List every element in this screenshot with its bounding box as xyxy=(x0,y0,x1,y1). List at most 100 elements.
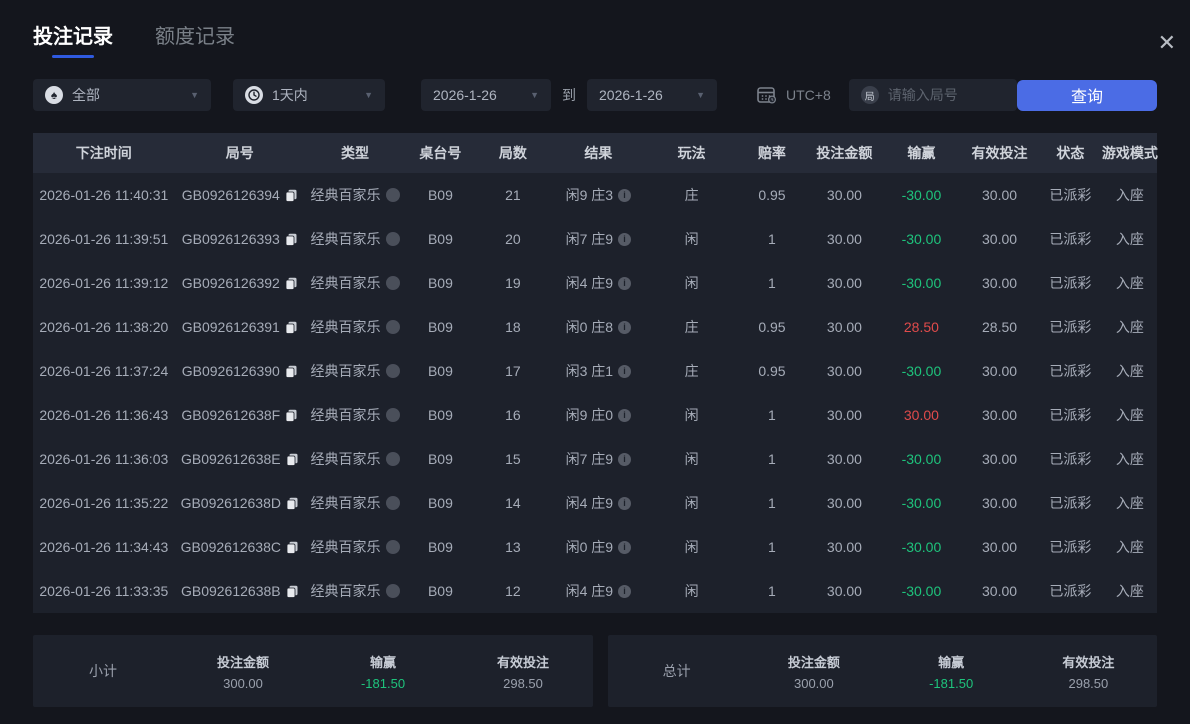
cell-result-text: 闲9 庄3 xyxy=(565,187,614,203)
info-icon[interactable]: i xyxy=(618,540,632,554)
cell-status-text: 已派彩 xyxy=(1049,231,1092,247)
cell-game_type: 经典百家乐 xyxy=(305,185,405,205)
cell-valid_bet: 30.00 xyxy=(961,187,1037,203)
subtotal-win-loss: -181.50 xyxy=(360,675,406,691)
cell-status-text: 已派彩 xyxy=(1049,275,1092,291)
replay-icon xyxy=(385,540,400,554)
info-icon[interactable]: i xyxy=(618,408,632,422)
cell-round_id-text: GB0926126392 xyxy=(181,275,280,291)
cell-odds-text: 1 xyxy=(768,231,776,247)
cell-result-text: 闲3 庄1 xyxy=(565,363,614,379)
search-button[interactable]: 查询 xyxy=(1017,79,1157,111)
cell-status: 已派彩 xyxy=(1038,361,1103,381)
copy-icon[interactable] xyxy=(286,497,299,510)
cell-round_id: GB0926126390 xyxy=(175,363,305,379)
cell-status: 已派彩 xyxy=(1038,581,1103,601)
copy-icon[interactable] xyxy=(285,233,298,246)
tab-1[interactable]: 额度记录 xyxy=(155,20,235,58)
copy-icon[interactable] xyxy=(286,585,299,598)
info-icon[interactable]: i xyxy=(618,496,632,510)
cell-valid_bet: 30.00 xyxy=(961,583,1037,599)
cell-odds-text: 0.95 xyxy=(758,319,786,335)
round-number-input[interactable]: 局 请输入局号 xyxy=(848,79,1017,111)
cell-status-text: 已派彩 xyxy=(1049,539,1092,555)
cell-win_loss-text: -30.00 xyxy=(901,231,942,247)
info-icon[interactable]: i xyxy=(618,364,632,378)
cell-game_type-text: 经典百家乐 xyxy=(310,451,381,467)
column-header-game_type: 类型 xyxy=(341,145,369,161)
cell-mode: 入座 xyxy=(1103,537,1157,557)
copy-icon[interactable] xyxy=(285,321,298,334)
info-icon[interactable]: i xyxy=(618,320,632,334)
copy-icon[interactable] xyxy=(286,453,299,466)
cell-bet_amount: 30.00 xyxy=(807,187,881,203)
replay-icon xyxy=(385,496,400,510)
cell-odds-text: 1 xyxy=(768,583,776,599)
cell-round_no: 17 xyxy=(476,363,550,379)
cell-result-text: 闲4 庄9 xyxy=(565,495,614,511)
cell-mode: 入座 xyxy=(1103,229,1157,249)
time-range-dropdown[interactable]: 1天内 ▼ xyxy=(233,79,385,111)
cell-result: 闲4 庄9 i xyxy=(550,493,647,513)
cell-round_id: GB092612638E xyxy=(175,451,305,467)
cell-status: 已派彩 xyxy=(1038,317,1103,337)
cell-time: 2026-01-26 11:35:22 xyxy=(33,495,175,511)
cell-status-text: 已派彩 xyxy=(1049,407,1092,423)
cell-mode: 入座 xyxy=(1103,317,1157,337)
cell-time-text: 2026-01-26 11:38:20 xyxy=(39,319,169,335)
cell-win_loss: -30.00 xyxy=(882,495,962,511)
tab-0[interactable]: 投注记录 xyxy=(33,20,113,58)
close-icon[interactable]: ✕ xyxy=(1158,32,1176,54)
column-header-time: 下注时间 xyxy=(75,145,132,161)
info-icon[interactable]: i xyxy=(618,232,632,246)
cell-valid_bet: 30.00 xyxy=(961,451,1037,467)
total-label: 总计 xyxy=(662,663,691,679)
cell-round_id: GB0926126392 xyxy=(175,275,305,291)
table-row: 2026-01-26 11:39:12 GB0926126392 经典百家乐 B09 1… xyxy=(33,261,1157,305)
cell-mode: 入座 xyxy=(1103,273,1157,293)
subtotal-bet-amount-label: 投注金额 xyxy=(216,654,269,670)
copy-icon[interactable] xyxy=(285,409,298,422)
cell-table_no-text: B09 xyxy=(427,407,453,423)
date-to-picker[interactable]: 2026-1-26 ▼ xyxy=(587,79,717,111)
cell-play-text: 庄 xyxy=(684,187,699,203)
round-input-placeholder: 请输入局号 xyxy=(887,87,958,103)
info-icon[interactable]: i xyxy=(618,188,632,202)
column-header-odds: 赔率 xyxy=(757,145,786,161)
cell-valid_bet: 30.00 xyxy=(961,231,1037,247)
cell-play-text: 闲 xyxy=(684,231,699,247)
calendar-clock-icon xyxy=(757,86,777,104)
cell-play-text: 闲 xyxy=(684,407,699,423)
cell-game_type: 经典百家乐 xyxy=(305,581,405,601)
cell-odds: 0.95 xyxy=(737,187,808,203)
cell-win_loss: -30.00 xyxy=(882,363,962,379)
copy-icon[interactable] xyxy=(285,189,298,202)
cell-round_id: GB0926126393 xyxy=(175,231,305,247)
cell-table_no: B09 xyxy=(405,583,476,599)
timezone-indicator: UTC+8 xyxy=(757,86,831,104)
cell-round_no-text: 15 xyxy=(505,451,521,467)
copy-icon[interactable] xyxy=(285,277,298,290)
cell-win_loss-text: -30.00 xyxy=(901,451,942,467)
subtotal-valid-bet: 298.50 xyxy=(503,675,543,691)
cell-mode: 入座 xyxy=(1103,493,1157,513)
cell-valid_bet: 30.00 xyxy=(961,275,1037,291)
cell-result: 闲0 庄9 i xyxy=(550,537,647,557)
copy-icon[interactable] xyxy=(285,365,298,378)
column-header-status: 状态 xyxy=(1056,145,1085,161)
info-icon[interactable]: i xyxy=(618,452,632,466)
cell-odds: 1 xyxy=(737,407,808,423)
copy-icon[interactable] xyxy=(286,541,299,554)
cell-bet_amount: 30.00 xyxy=(807,495,881,511)
total-bet-amount-label: 投注金额 xyxy=(787,654,840,670)
game-type-dropdown[interactable]: ♠ 全部 ▼ xyxy=(33,79,211,111)
cell-result: 闲4 庄9 i xyxy=(550,581,647,601)
info-icon[interactable]: i xyxy=(618,276,632,290)
date-from-picker[interactable]: 2026-1-26 ▼ xyxy=(421,79,551,111)
info-icon[interactable]: i xyxy=(618,584,632,598)
cell-odds-text: 1 xyxy=(768,275,776,291)
cell-odds: 1 xyxy=(737,583,808,599)
total-bet-amount: 300.00 xyxy=(793,675,834,691)
cell-game_type-text: 经典百家乐 xyxy=(310,319,381,335)
cell-time-text: 2026-01-26 11:33:35 xyxy=(39,583,169,599)
